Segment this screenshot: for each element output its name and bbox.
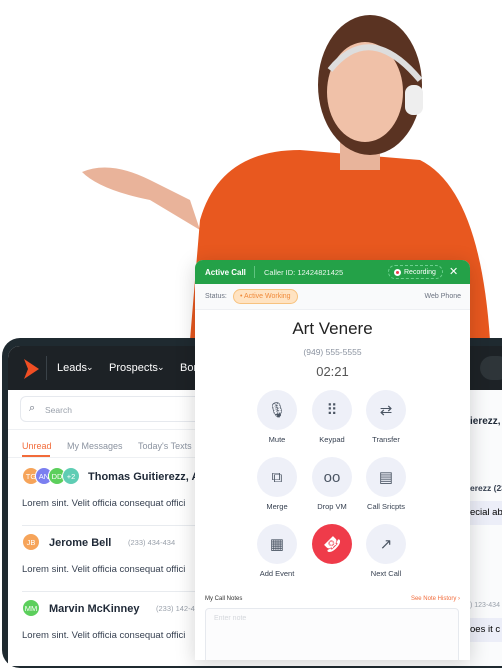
nav-leads[interactable]: Leads [57,362,87,374]
nav-search-button[interactable] [480,356,502,380]
keypad-icon: ⠿ [326,402,338,419]
add-event-button[interactable]: ▦ [257,524,297,564]
search-icon: ⌕ [29,402,36,414]
avatar: MM [22,599,40,617]
search-placeholder: Search [45,405,72,415]
status-label: Status: [205,293,227,300]
nav-prospects[interactable]: Prospects [109,362,158,374]
status-badge[interactable]: • Active Working [233,289,298,304]
hang-up-button[interactable]: ☎ [303,515,361,573]
conversation-panel: ierezz, erezz (233 ecial ab ) 123-434 oe… [470,390,502,666]
avatar: JB [22,533,40,551]
call-header: Active Call Caller ID: 12424821425 Recor… [195,260,470,284]
button-label: Call Sricpts [367,502,405,511]
conversation-title: ierezz, [470,416,501,427]
contact-phone: (233) 434-434 [128,538,176,547]
drop-vm-button[interactable]: oo [312,457,352,497]
calendar-icon: ▦ [269,536,285,553]
logo-icon [24,359,39,379]
button-label: Add Event [259,569,295,578]
contact-name: Marvin McKinney [49,603,140,615]
caller-id: Caller ID: 12424821425 [264,268,344,277]
message-preview: Lorem sint. Velit officia consequat offi… [22,498,186,509]
note-placeholder: Enter note [214,615,247,622]
transfer-button[interactable]: ⇄ [366,390,406,430]
close-icon[interactable]: ✕ [449,265,458,278]
contact-name: Thomas Guitierezz, A [88,471,200,483]
merge-button[interactable]: ⧉ [257,457,297,497]
chevron-down-icon: ⌄ [157,362,165,372]
active-call-dialog: Active Call Caller ID: 12424821425 Recor… [195,260,470,660]
call-title: Active Call [205,268,246,277]
search-input[interactable]: ⌕ Search [20,396,220,422]
recording-button[interactable]: Recording [388,265,443,279]
avatar: +2 [62,467,80,485]
record-icon [394,269,401,276]
recording-label: Recording [404,269,436,276]
tab-my-messages[interactable]: My Messages [67,441,123,451]
message-sender: ) 123-434 [470,602,500,609]
merge-icon: ⧉ [271,468,283,486]
call-sricpts-button[interactable]: ▤ [366,457,406,497]
message-bubble: oes it c [470,618,502,642]
next-call-icon: ↗ [379,536,393,553]
contact-name: Jerome Bell [49,537,112,549]
mute-button[interactable]: 🎙 [257,390,297,430]
notes-label: My Call Notes [205,596,243,602]
message-preview: Lorem sint. Velit officia consequat offi… [22,564,186,575]
next-call-button[interactable]: ↗ [366,524,406,564]
call-timer: 02:21 [316,364,349,379]
message-preview: Lorem sint. Velit officia consequat offi… [22,630,186,641]
script-icon: ▤ [378,469,394,486]
hang-up-icon: ☎ [319,531,345,557]
message-bubble: ecial ab [470,501,502,525]
button-label: Next Call [370,569,402,578]
voicemail-icon: oo [323,468,341,486]
caller-name: Art Venere [292,319,373,338]
microphone-icon: 🎙 [267,402,287,419]
tab-unread[interactable]: Unread [22,441,52,451]
web-phone-label: Web Phone [424,293,461,300]
tab-todays-texts[interactable]: Today's Texts [138,441,192,451]
note-history-link[interactable]: See Note History › [411,596,460,602]
keypad-button[interactable]: ⠿ [312,390,352,430]
button-label: Transfer [372,435,400,444]
message-sender: erezz (233 [470,483,502,493]
caller-number: (949) 555-5555 [303,347,362,357]
contact-phone: (233) 142-45 [156,604,199,613]
transfer-icon: ⇄ [379,402,393,419]
chevron-down-icon: ⌄ [86,362,94,372]
note-input[interactable]: Enter note [205,608,459,660]
